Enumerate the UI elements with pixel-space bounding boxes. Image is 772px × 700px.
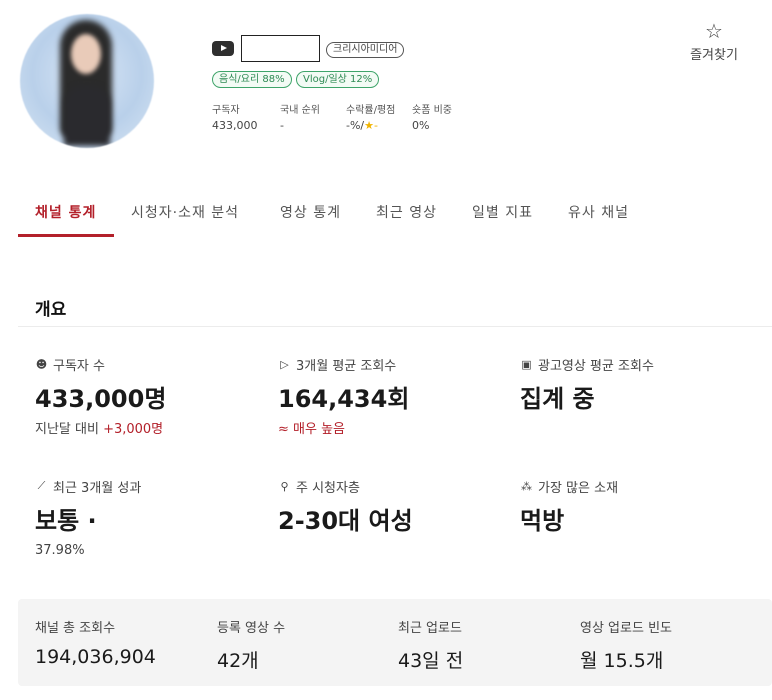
- favorite-label: 즐겨찾기: [690, 48, 738, 63]
- topic-shapes-icon: ⁂: [521, 479, 532, 493]
- summary-total-views: 채널 총 조회수 194,036,904: [35, 621, 156, 668]
- stat-top-topic: ⁂ 가장 많은 소재 먹방: [520, 479, 619, 536]
- mini-stat-subscribers: 구독자 433,000: [212, 105, 258, 132]
- tab-bar: 채널 통계 시청자·소재 분석 영상 통계 최근 영상 일별 지표 유사 채널: [18, 194, 758, 238]
- tab-recent-videos[interactable]: 최근 영상: [376, 202, 437, 238]
- tab-channel-stats[interactable]: 채널 통계: [35, 202, 96, 238]
- stat-ad-video-avg-views: ▣ 광고영상 평균 조회수 집계 중: [520, 357, 654, 414]
- summary-last-upload: 최근 업로드 43일 전: [398, 621, 464, 672]
- tab-audience-topic-analysis[interactable]: 시청자·소재 분석: [131, 202, 239, 238]
- stat-value: 먹방: [520, 507, 565, 535]
- stat-sub-very-high: ≈ 매우 높음: [278, 422, 345, 437]
- category-badge-vlog: Vlog/일상 12%: [296, 71, 380, 88]
- trend-chart-icon: ⟋: [37, 479, 46, 492]
- favorite-button[interactable]: ☆ 즐겨찾기: [684, 20, 744, 63]
- stat-recent-3month-performance: ⟋ 최근 3개월 성과 보통 · 37.98%: [35, 479, 142, 558]
- stat-sub: 지난달 대비 +3,000명: [35, 422, 164, 437]
- rating-star-icon: ★: [364, 119, 375, 132]
- mcn-badge: 크리시아미디어: [326, 42, 405, 58]
- section-title-overview: 개요: [35, 300, 67, 320]
- play-circle-icon: ▷: [280, 357, 289, 371]
- stat-value: 보통 ·: [35, 507, 97, 535]
- stat-3month-avg-views: ▷ 3개월 평균 조회수 164,434회 ≈ 매우 높음: [278, 357, 410, 438]
- mini-stat-domestic-rank: 국내 순위 -: [280, 105, 320, 132]
- tab-video-stats[interactable]: 영상 통계: [280, 202, 341, 238]
- summary-video-count: 등록 영상 수 42개: [217, 621, 286, 672]
- stat-value: 433,000명: [35, 385, 167, 413]
- youtube-icon: [212, 41, 234, 56]
- divider: [18, 326, 772, 327]
- channel-avatar: [20, 14, 154, 148]
- tab-similar-channels[interactable]: 유사 채널: [568, 202, 629, 238]
- mini-stat-shortform-ratio: 숏폼 비중 0%: [412, 105, 452, 132]
- stat-value: 집계 중: [520, 385, 595, 413]
- stat-value: 164,434회: [278, 385, 410, 413]
- stat-value: 2-30대 여성: [278, 507, 413, 535]
- active-tab-indicator: [18, 234, 114, 237]
- summary-panel: 채널 총 조회수 194,036,904 등록 영상 수 42개 최근 업로드 …: [18, 599, 772, 686]
- stat-subscribers: ☻ 구독자 수 433,000명 지난달 대비 +3,000명: [35, 357, 167, 438]
- audience-search-icon: ⚲: [280, 479, 289, 493]
- channel-name-redacted: [241, 35, 320, 62]
- mini-stat-acceptance-rating: 수락률/평점 -%/★-: [346, 105, 396, 132]
- category-badge-food: 음식/요리 88%: [212, 71, 292, 88]
- stat-sub: 37.98%: [35, 543, 85, 558]
- summary-upload-frequency: 영상 업로드 빈도 월 15.5개: [580, 621, 672, 672]
- smile-icon: ☻: [35, 357, 48, 371]
- tab-daily-metrics[interactable]: 일별 지표: [472, 202, 533, 238]
- star-outline-icon: ☆: [705, 19, 723, 43]
- stat-main-audience: ⚲ 주 시청자층 2-30대 여성: [278, 479, 413, 536]
- ad-icon: ▣: [521, 357, 532, 371]
